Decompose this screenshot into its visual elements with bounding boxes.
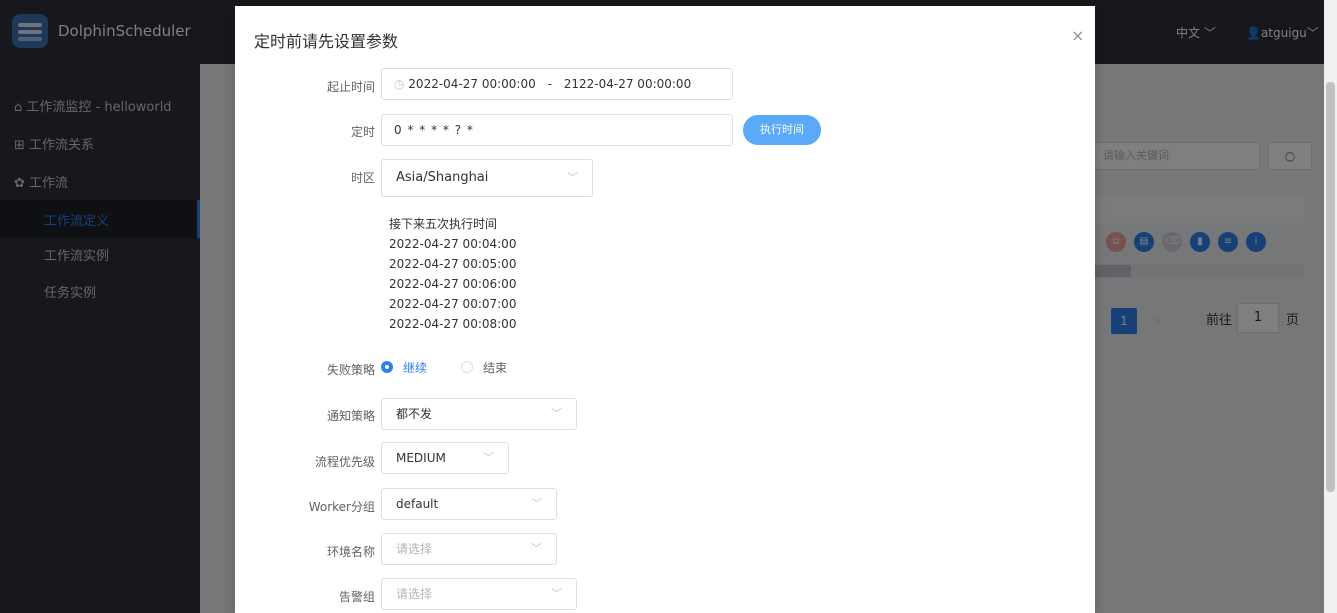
chevron-down-icon: ﹀	[531, 497, 542, 510]
cron-label: 定时	[350, 125, 375, 139]
environment-placeholder: 请选择	[396, 542, 433, 556]
schedule-dialog: 定时前请先设置参数 × 起止时间 ◷ 2022-04-27 00:00:00 -…	[235, 6, 1095, 613]
alarm-group-select[interactable]: 请选择 ﹀	[381, 578, 577, 610]
chevron-down-icon: ﹀	[531, 542, 542, 555]
environment-select[interactable]: 请选择 ﹀	[381, 533, 557, 565]
notify-strategy-label: 通知策略	[326, 409, 375, 423]
chevron-down-icon: ﹀	[483, 451, 494, 464]
failure-continue-label[interactable]: 继续	[403, 359, 427, 376]
failure-strategy-label: 失败策略	[326, 363, 375, 377]
date-range-end: 2122-04-27 00:00:00	[563, 77, 692, 91]
next-run-time: 2022-04-27 00:04:00	[389, 237, 517, 251]
next-run-time: 2022-04-27 00:07:00	[389, 297, 517, 311]
next-run-time: 2022-04-27 00:05:00	[389, 257, 517, 271]
timezone-label: 时区	[350, 171, 375, 185]
dialog-title: 定时前请先设置参数	[254, 32, 399, 51]
worker-group-select[interactable]: default ﹀	[381, 488, 557, 520]
priority-value: MEDIUM	[396, 451, 446, 465]
next-run-time: 2022-04-27 00:08:00	[389, 317, 517, 331]
failure-continue-radio[interactable]	[381, 361, 393, 373]
alarm-group-placeholder: 请选择	[396, 587, 433, 601]
date-range-separator: -	[547, 77, 552, 91]
environment-label: 环境名称	[326, 545, 375, 559]
failure-end-radio[interactable]	[461, 361, 473, 373]
next-run-times: 接下来五次执行时间 2022-04-27 00:04:00 2022-04-27…	[389, 214, 516, 334]
page-vertical-scrollbar-thumb[interactable]	[1326, 82, 1335, 492]
priority-label: 流程优先级	[314, 455, 375, 469]
chevron-down-icon: ﹀	[567, 171, 578, 184]
date-range-picker[interactable]: ◷ 2022-04-27 00:00:00 - 2122-04-27 00:00…	[381, 68, 733, 100]
worker-group-value: default	[396, 497, 439, 511]
chevron-down-icon: ﹀	[551, 407, 562, 420]
next-run-title: 接下来五次执行时间	[389, 217, 498, 231]
failure-end-label[interactable]: 结束	[483, 359, 507, 376]
priority-select[interactable]: MEDIUM ﹀	[381, 442, 509, 474]
alarm-group-label: 告警组	[338, 590, 375, 604]
cron-input[interactable]: 0 * * * * ? *	[381, 114, 733, 146]
notify-strategy-select[interactable]: 都不发 ﹀	[381, 398, 577, 430]
chevron-down-icon: ﹀	[551, 587, 562, 600]
clock-icon: ◷	[394, 77, 409, 91]
next-run-time: 2022-04-27 00:06:00	[389, 277, 517, 291]
execution-time-button[interactable]: 执行时间	[743, 115, 821, 145]
timezone-select[interactable]: Asia/Shanghai ﹀	[381, 159, 593, 197]
worker-group-label: Worker分组	[308, 500, 375, 514]
notify-strategy-value: 都不发	[396, 407, 433, 421]
date-range-start: 2022-04-27 00:00:00	[408, 77, 536, 91]
close-icon[interactable]: ×	[1071, 26, 1084, 45]
date-range-label: 起止时间	[326, 80, 375, 94]
timezone-value: Asia/Shanghai	[396, 170, 489, 185]
